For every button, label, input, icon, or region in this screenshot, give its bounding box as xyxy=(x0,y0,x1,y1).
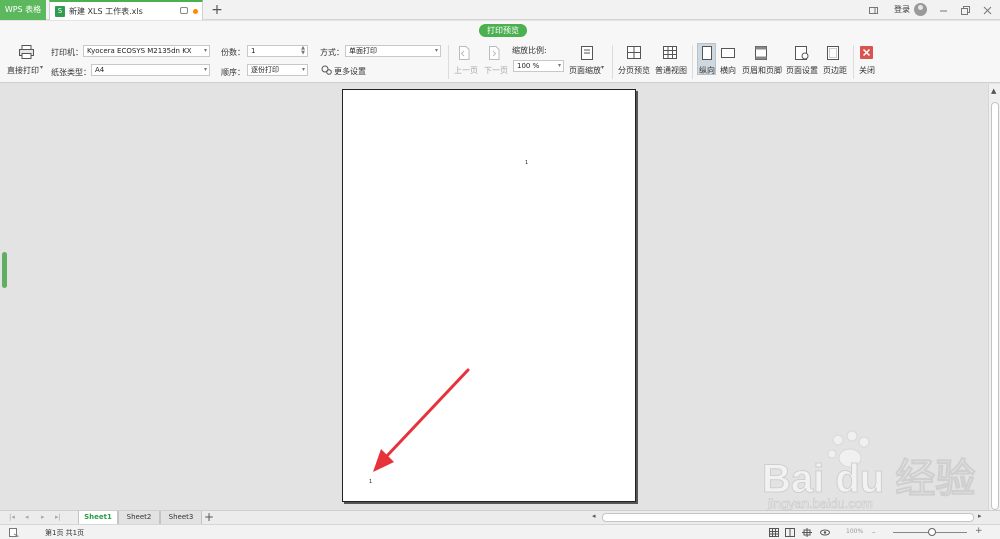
print-order-value: 逐份打印 xyxy=(251,66,279,74)
margins-button[interactable]: 页边距 xyxy=(823,65,847,76)
zoom-level[interactable]: 100% xyxy=(846,528,863,535)
page-break-preview-button[interactable]: 分页预览 xyxy=(618,65,650,76)
page-header-number: 1 xyxy=(525,160,529,166)
method-label: 方式： xyxy=(320,48,344,57)
close-window-icon[interactable] xyxy=(983,6,992,15)
annotation-arrow-icon xyxy=(373,368,470,472)
vertical-scroll-thumb[interactable] xyxy=(991,102,999,510)
header-footer-button[interactable]: 页眉和页脚 xyxy=(742,65,782,76)
unsaved-indicator-icon xyxy=(193,9,198,14)
print-preview-mode-label: 打印预览 xyxy=(479,24,527,37)
side-panel-handle[interactable] xyxy=(2,252,7,288)
close-preview-button[interactable]: 关闭 xyxy=(859,65,875,76)
read-mode-icon[interactable] xyxy=(802,528,812,537)
printer-select-value: Kyocera ECOSYS M2135dn KX xyxy=(87,47,192,55)
portrait-icon xyxy=(702,46,712,60)
title-bar: WPS 表格 S 新建 XLS 工作表.xls + 登录 xyxy=(0,0,1000,20)
chevron-down-icon: ▾ xyxy=(557,62,561,69)
scroll-right-icon[interactable]: ▸ xyxy=(978,512,982,520)
portrait-button[interactable]: 纵向 xyxy=(697,43,716,75)
scale-select[interactable]: 100 % ▾ xyxy=(513,60,564,72)
print-order-select[interactable]: 逐份打印 ▾ xyxy=(247,64,308,76)
watermark-url: jingyan.baidu.com xyxy=(768,496,873,512)
spreadsheet-file-icon: S xyxy=(55,6,65,17)
paper-type-label: 纸张类型： xyxy=(51,68,91,77)
scale-label: 缩放比例: xyxy=(512,46,547,55)
next-page-icon[interactable] xyxy=(488,46,500,60)
sheet-tab-1[interactable]: Sheet1 xyxy=(78,511,118,525)
zoom-out-icon[interactable]: – xyxy=(872,528,876,536)
printer-select[interactable]: Kyocera ECOSYS M2135dn KX ▾ xyxy=(83,45,210,57)
eye-protection-icon[interactable] xyxy=(820,528,830,537)
print-preview-ribbon: 打印预览 直接打印 ▾ 打印机： Kyocera ECOSYS M2135dn … xyxy=(0,21,1000,83)
copies-value: 1 xyxy=(251,47,256,55)
new-tab-button[interactable]: + xyxy=(209,2,225,18)
printer-icon[interactable] xyxy=(19,45,34,59)
page-scale-button[interactable]: 页面缩放 xyxy=(569,65,601,76)
page-break-status-icon[interactable] xyxy=(785,528,795,537)
scroll-up-icon[interactable]: ▲ xyxy=(991,87,996,95)
login-link[interactable]: 登录 xyxy=(894,4,910,15)
status-bar: 第1页 共1页 100% – + xyxy=(0,524,1000,539)
stepper-arrows-icon[interactable]: ▲ ▼ xyxy=(301,46,305,56)
normal-view-status-icon[interactable] xyxy=(769,528,779,537)
margins-icon[interactable] xyxy=(827,46,839,60)
scale-value: 100 % xyxy=(517,62,540,70)
prev-sheet-icon[interactable]: ◂ xyxy=(25,513,29,521)
sheet-tab-3[interactable]: Sheet3 xyxy=(160,511,202,525)
zoom-in-icon[interactable]: + xyxy=(975,526,983,536)
copies-stepper[interactable]: 1 ▲ ▼ xyxy=(247,45,308,57)
paper-type-value: A4 xyxy=(95,66,105,74)
app-tab[interactable]: WPS 表格 xyxy=(0,0,46,20)
document-tab[interactable]: S 新建 XLS 工作表.xls xyxy=(49,0,203,20)
document-tab-label: 新建 XLS 工作表.xls xyxy=(69,7,143,16)
add-sheet-button[interactable]: + xyxy=(204,510,214,524)
more-settings-button[interactable]: 更多设置 xyxy=(334,66,366,77)
chevron-down-icon: ▾ xyxy=(203,66,207,73)
baidu-watermark: Bai du 经验 jingyan.baidu.com xyxy=(760,428,976,518)
restore-icon[interactable] xyxy=(961,6,970,15)
chevron-down-icon: ▾ xyxy=(203,47,207,54)
print-method-select[interactable]: 单面打印 ▾ xyxy=(345,45,441,57)
next-page-button[interactable]: 下一页 xyxy=(484,65,508,76)
chevron-down-icon: ▾ xyxy=(434,47,438,54)
close-preview-icon[interactable] xyxy=(860,46,873,59)
printer-label: 打印机： xyxy=(51,48,83,57)
comment-icon[interactable] xyxy=(180,7,188,14)
copies-label: 份数： xyxy=(221,48,245,57)
avatar[interactable] xyxy=(914,3,927,16)
page-count-status: 第1页 共1页 xyxy=(45,529,85,537)
header-footer-icon[interactable] xyxy=(755,46,767,60)
page-setup-button[interactable]: 页面设置 xyxy=(786,65,818,76)
chevron-down-icon: ▾ xyxy=(301,66,305,73)
minimize-icon[interactable] xyxy=(939,6,948,15)
normal-view-button[interactable]: 普通视图 xyxy=(655,65,687,76)
landscape-button[interactable]: 横向 xyxy=(720,65,736,76)
landscape-icon[interactable] xyxy=(721,48,735,58)
page-scale-icon[interactable] xyxy=(581,46,593,60)
last-sheet-icon[interactable]: ▸| xyxy=(55,513,61,521)
scroll-left-icon[interactable]: ◂ xyxy=(592,512,596,520)
previous-page-icon[interactable] xyxy=(458,46,470,60)
direct-print-dropdown-icon[interactable]: ▾ xyxy=(40,64,43,71)
tablet-mode-icon[interactable] xyxy=(869,6,878,15)
zoom-slider-thumb[interactable] xyxy=(928,528,936,536)
page-setup-icon[interactable] xyxy=(795,46,809,60)
vertical-scrollbar[interactable]: ▲ xyxy=(988,84,1000,510)
portrait-label: 纵向 xyxy=(699,66,715,75)
next-sheet-icon[interactable]: ▸ xyxy=(41,513,45,521)
page-break-preview-icon[interactable] xyxy=(627,46,641,59)
paper-type-select[interactable]: A4 ▾ xyxy=(91,64,210,76)
page-scale-dropdown-icon[interactable]: ▾ xyxy=(601,64,604,71)
previous-page-button[interactable]: 上一页 xyxy=(454,65,478,76)
settings-icon[interactable] xyxy=(321,65,332,75)
print-method-value: 单面打印 xyxy=(349,47,377,55)
normal-view-icon[interactable] xyxy=(663,46,677,59)
direct-print-button[interactable]: 直接打印 xyxy=(7,65,39,76)
status-doc-icon[interactable] xyxy=(9,528,19,537)
order-label: 顺序： xyxy=(221,68,245,77)
sheet-tab-2[interactable]: Sheet2 xyxy=(118,511,160,525)
first-sheet-icon[interactable]: |◂ xyxy=(9,513,15,521)
